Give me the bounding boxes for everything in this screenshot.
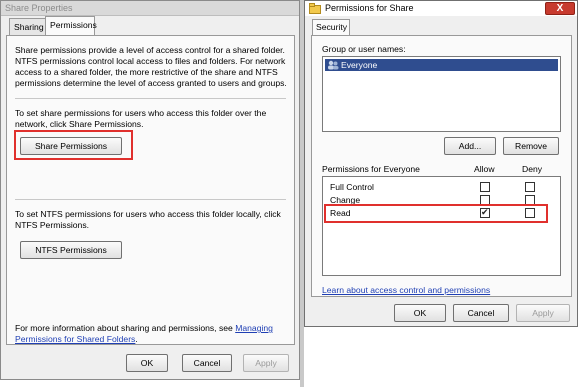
tab-permissions[interactable]: Permissions xyxy=(45,16,97,36)
more-info-text-line-2: Permissions for Shared Folders. xyxy=(15,334,138,345)
more-info-text: For more information about sharing and p… xyxy=(15,323,291,334)
allow-header: Allow xyxy=(474,164,495,174)
ntfs-permissions-button[interactable]: NTFS Permissions xyxy=(20,241,122,259)
share-properties-ok-button[interactable]: OK xyxy=(126,354,168,372)
description-line-1: Share permissions provide a level of acc… xyxy=(15,45,285,55)
tab-security[interactable]: Security xyxy=(312,19,350,35)
permissions-header: Permissions for Everyone xyxy=(322,164,420,174)
permissions-cancel-button[interactable]: Cancel xyxy=(453,304,509,322)
permissions-apply-button: Apply xyxy=(516,304,570,322)
close-button[interactable]: X xyxy=(545,2,575,15)
deny-header: Deny xyxy=(522,164,543,174)
description-line-2: NTFS permissions control local access to… xyxy=(15,56,286,66)
permissions-tab-panel: Share permissions provide a level of acc… xyxy=(6,35,295,345)
permission-name: Full Control xyxy=(330,182,374,192)
full-control-deny-checkbox[interactable] xyxy=(525,182,535,192)
add-button[interactable]: Add... xyxy=(444,137,496,155)
share-properties-apply-button: Apply xyxy=(243,354,289,372)
remove-button[interactable]: Remove xyxy=(503,137,559,155)
tab-sharing[interactable]: Sharing xyxy=(9,18,46,35)
more-info-suffix: . xyxy=(135,334,138,344)
permissions-dialog-title: Permissions for Share xyxy=(325,3,414,13)
separator xyxy=(15,199,286,200)
permissions-ok-button[interactable]: OK xyxy=(394,304,446,322)
managing-permissions-link-cont[interactable]: Permissions for Shared Folders xyxy=(15,334,135,344)
users-group-icon xyxy=(328,60,339,70)
permissions-dialog-titlebar: Permissions for Share xyxy=(305,1,577,16)
group-or-user-names-label: Group or user names: xyxy=(322,44,406,54)
share-properties-cancel-button[interactable]: Cancel xyxy=(182,354,232,372)
security-tab-panel: Group or user names: Everyone Add... Rem… xyxy=(311,35,572,297)
managing-permissions-link[interactable]: Managing xyxy=(235,323,273,333)
more-info-prefix: For more information about sharing and p… xyxy=(15,323,236,333)
share-section-line-2: network, click Share Permissions. xyxy=(15,119,144,129)
share-permissions-highlight xyxy=(14,130,133,160)
share-properties-title: Share Properties xyxy=(1,1,299,16)
read-permission-highlight xyxy=(324,204,548,223)
full-control-allow-checkbox[interactable] xyxy=(480,182,490,192)
share-properties-dialog: Share Properties Sharing Permissions Sha… xyxy=(0,0,300,380)
user-name: Everyone xyxy=(341,60,378,70)
description-line-3: access to a shared folder, the more rest… xyxy=(15,67,278,77)
separator xyxy=(15,98,286,99)
learn-access-control-link[interactable]: Learn about access control and permissio… xyxy=(322,285,490,296)
ntfs-section-line-2: NTFS Permissions. xyxy=(15,220,90,230)
permissions-for-share-dialog: Permissions for Share X Security Group o… xyxy=(304,0,578,327)
list-item-everyone[interactable]: Everyone xyxy=(325,59,558,71)
folder-icon xyxy=(309,3,321,14)
share-section-line-1: To set share permissions for users who a… xyxy=(15,108,267,118)
ntfs-section-line-1: To set NTFS permissions for users who ac… xyxy=(15,209,281,219)
description-line-4: permissions determine the level of acces… xyxy=(15,78,287,88)
permissions-list: Full Control Change Read xyxy=(322,176,561,276)
user-list[interactable]: Everyone xyxy=(322,56,561,132)
